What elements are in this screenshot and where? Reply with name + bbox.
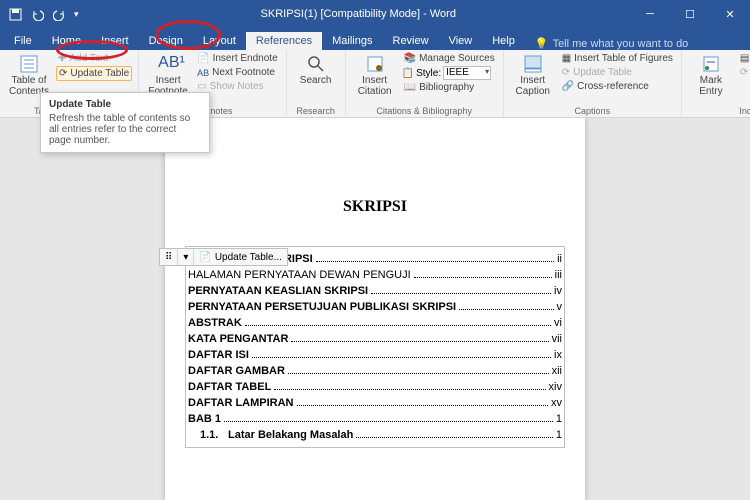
insert-index-icon: ▤ bbox=[740, 53, 749, 64]
citation-icon bbox=[365, 54, 385, 74]
update-caption-table-button[interactable]: ⟳Update Table bbox=[560, 66, 675, 79]
redo-icon[interactable] bbox=[52, 7, 66, 21]
refresh-icon: ⟳ bbox=[59, 68, 67, 79]
title-bar: ▾ SKRIPSI(1) [Compatibility Mode] - Word… bbox=[0, 0, 750, 28]
toc-row: PERNYATAAN KEASLIAN SKRIPSIiv bbox=[188, 283, 562, 299]
group-index: Mark Entry ▤Insert Index ⟳Update Index I… bbox=[682, 50, 750, 117]
tab-help[interactable]: Help bbox=[482, 32, 525, 50]
insert-table-of-figures-button[interactable]: ▦Insert Table of Figures bbox=[560, 52, 675, 65]
lightbulb-icon: 💡 bbox=[535, 37, 549, 50]
tab-home[interactable]: Home bbox=[42, 32, 91, 50]
biblio-icon: 📖 bbox=[404, 82, 416, 93]
tab-insert[interactable]: Insert bbox=[91, 32, 139, 50]
update-table-tooltip: Update Table Refresh the table of conten… bbox=[40, 92, 210, 153]
group-captions: Insert Caption ▦Insert Table of Figures … bbox=[504, 50, 682, 117]
toc-row: ABSTRAKvi bbox=[188, 315, 562, 331]
document-workspace: SKRIPSI ⠿ ▾ 📄Update Table... PENGESAHAN … bbox=[0, 118, 750, 500]
bibliography-button[interactable]: 📖Bibliography bbox=[402, 81, 497, 94]
tooltip-body: Refresh the table of contents so all ent… bbox=[49, 113, 201, 146]
toc-icon bbox=[19, 54, 39, 74]
group-citations: Insert Citation 📚Manage Sources 📋 Style:… bbox=[346, 50, 504, 117]
tab-layout[interactable]: Layout bbox=[193, 32, 246, 50]
toc-handle-icon[interactable]: ⠿ bbox=[160, 249, 178, 265]
style-icon: 📋 bbox=[402, 68, 414, 79]
maximize-button[interactable]: ☐ bbox=[670, 0, 710, 28]
tof-icon: ▦ bbox=[562, 53, 571, 64]
qat-more-icon[interactable]: ▾ bbox=[74, 9, 79, 20]
group-research: Search Research bbox=[287, 50, 346, 117]
mark-entry-icon bbox=[701, 54, 721, 74]
document-heading: SKRIPSI bbox=[185, 198, 565, 216]
footnote-icon: AB¹ bbox=[158, 54, 178, 74]
mark-entry-button[interactable]: Mark Entry bbox=[688, 52, 734, 97]
toc-row: DAFTAR LAMPIRANxv bbox=[188, 395, 562, 411]
crossref-icon: 🔗 bbox=[562, 81, 574, 92]
update-table-button[interactable]: ⟳Update Table bbox=[56, 66, 132, 81]
toc-row: HALAMAN PERNYATAAN DEWAN PENGUJIiii bbox=[188, 267, 562, 283]
update-index-button[interactable]: ⟳Update Index bbox=[738, 66, 750, 79]
caption-icon bbox=[523, 54, 543, 74]
tooltip-title: Update Table bbox=[49, 99, 201, 110]
manage-sources-button[interactable]: 📚Manage Sources bbox=[402, 52, 497, 65]
insert-index-button[interactable]: ▤Insert Index bbox=[738, 52, 750, 65]
toc-row: DAFTAR TABELxiv bbox=[188, 379, 562, 395]
tab-file[interactable]: File bbox=[4, 32, 42, 50]
toc-options-button[interactable]: ▾ bbox=[178, 249, 194, 265]
add-text-icon: ✚ bbox=[58, 53, 66, 64]
manage-icon: 📚 bbox=[404, 53, 416, 64]
insert-citation-button[interactable]: Insert Citation bbox=[352, 52, 398, 97]
add-text-button[interactable]: ✚Add Text bbox=[56, 52, 132, 65]
insert-caption-button[interactable]: Insert Caption bbox=[510, 52, 556, 97]
tab-review[interactable]: Review bbox=[383, 32, 439, 50]
window-title: SKRIPSI(1) [Compatibility Mode] - Word bbox=[87, 8, 630, 20]
close-button[interactable]: ✕ bbox=[710, 0, 750, 28]
citation-style-select[interactable]: IEEE bbox=[443, 66, 491, 80]
cross-reference-button[interactable]: 🔗Cross-reference bbox=[560, 80, 675, 93]
toc-sub-row: 1.1.Latar Belakang Masalah 1 bbox=[188, 427, 562, 443]
document-page: SKRIPSI ⠿ ▾ 📄Update Table... PENGESAHAN … bbox=[165, 118, 585, 500]
next-icon: AB bbox=[197, 68, 209, 78]
doc-icon: ▾ bbox=[183, 252, 188, 263]
ribbon-tabs: File Home Insert Design Layout Reference… bbox=[0, 28, 750, 50]
tell-me-search[interactable]: 💡 Tell me what you want to do bbox=[535, 37, 688, 50]
table-of-contents-button[interactable]: Table of Contents bbox=[6, 52, 52, 97]
toc-row: BAB 11 bbox=[188, 411, 562, 427]
search-icon bbox=[306, 54, 326, 74]
table-of-contents-field[interactable]: PENGESAHAN SKRIPSIiiHALAMAN PERNYATAAN D… bbox=[185, 246, 565, 448]
toc-row: PERNYATAAN PERSETUJUAN PUBLIKASI SKRIPSI… bbox=[188, 299, 562, 315]
minimize-button[interactable]: ─ bbox=[630, 0, 670, 28]
toc-row: DAFTAR ISIix bbox=[188, 347, 562, 363]
refresh-icon: ⟳ bbox=[740, 67, 748, 78]
show-notes-icon: ▭ bbox=[197, 81, 206, 92]
refresh-icon: ⟳ bbox=[562, 67, 570, 78]
undo-icon[interactable] bbox=[30, 7, 44, 21]
tab-mailings[interactable]: Mailings bbox=[322, 32, 382, 50]
insert-footnote-button[interactable]: AB¹ Insert Footnote bbox=[145, 52, 191, 97]
endnote-icon: 📄 bbox=[197, 53, 209, 64]
next-footnote-button[interactable]: ABNext Footnote bbox=[195, 66, 280, 79]
toc-row: KATA PENGANTARvii bbox=[188, 331, 562, 347]
save-icon[interactable] bbox=[8, 7, 22, 21]
toc-row: DAFTAR GAMBARxii bbox=[188, 363, 562, 379]
citation-style-row: 📋 Style: IEEE bbox=[402, 66, 497, 80]
toc-field-toolbar: ⠿ ▾ 📄Update Table... bbox=[159, 248, 288, 266]
insert-endnote-button[interactable]: 📄Insert Endnote bbox=[195, 52, 280, 65]
tab-view[interactable]: View bbox=[439, 32, 483, 50]
tab-references[interactable]: References bbox=[246, 32, 322, 50]
search-button[interactable]: Search bbox=[293, 52, 339, 86]
toc-update-button[interactable]: 📄Update Table... bbox=[194, 249, 287, 265]
refresh-icon: 📄 bbox=[199, 252, 211, 263]
tab-design[interactable]: Design bbox=[139, 32, 193, 50]
